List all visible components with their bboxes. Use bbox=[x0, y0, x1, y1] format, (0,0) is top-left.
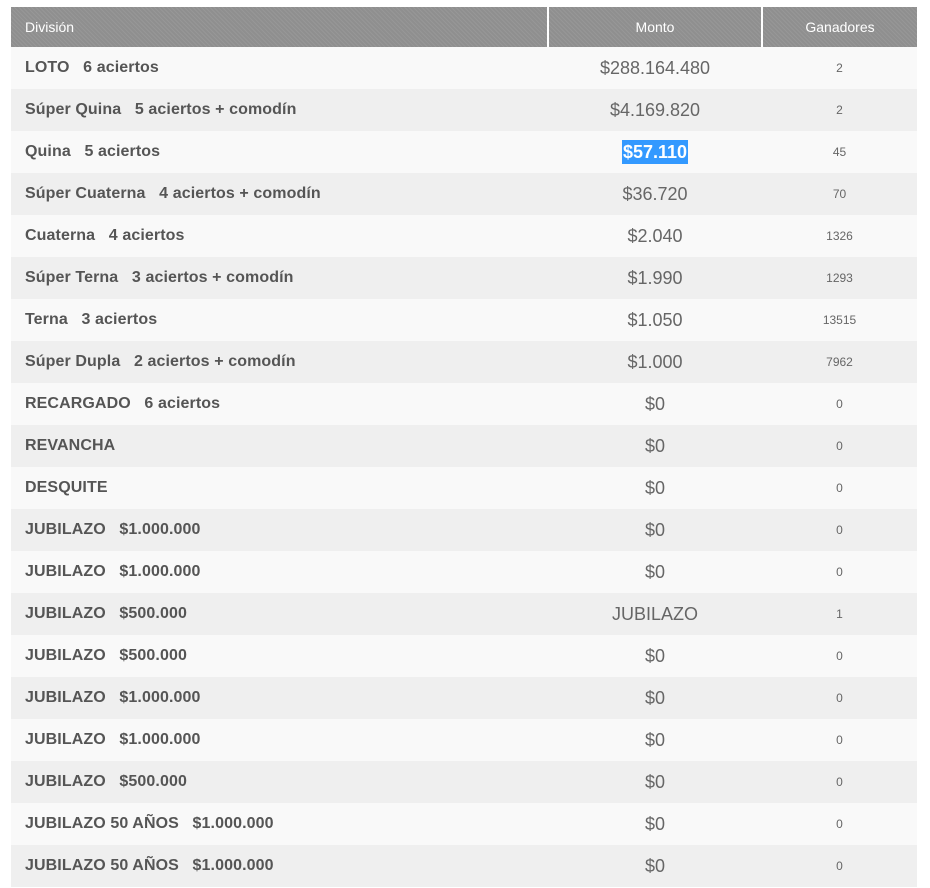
monto-cell: $0 bbox=[644, 855, 666, 876]
ganadores-cell: 0 bbox=[836, 817, 843, 831]
monto-cell: $0 bbox=[644, 771, 666, 792]
division-cell: JUBILAZO $1.000.000 bbox=[25, 731, 201, 748]
table-row: Súper Cuaterna 4 aciertos + comodín $36.7… bbox=[11, 173, 917, 215]
ganadores-cell: 1326 bbox=[826, 229, 853, 243]
monto-cell: $36.720 bbox=[622, 183, 688, 204]
division-cell: JUBILAZO $500.000 bbox=[25, 605, 187, 622]
monto-cell: $0 bbox=[644, 645, 666, 666]
monto-cell: JUBILAZO bbox=[611, 603, 699, 624]
table-row: Súper Quina 5 aciertos + comodín $4.169.8… bbox=[11, 89, 917, 131]
monto-cell: $0 bbox=[644, 687, 666, 708]
division-cell: JUBILAZO $1.000.000 bbox=[25, 563, 201, 580]
division-cell: JUBILAZO $1.000.000 bbox=[25, 521, 201, 538]
monto-cell: $0 bbox=[644, 435, 666, 456]
table-row: JUBILAZO $1.000.000 $0 0 bbox=[11, 719, 917, 761]
division-cell: JUBILAZO 50 AÑOS $1.000.000 bbox=[25, 857, 274, 874]
ganadores-cell: 0 bbox=[836, 523, 843, 537]
monto-cell: $0 bbox=[644, 393, 666, 414]
ganadores-cell: 0 bbox=[836, 859, 843, 873]
division-cell: Súper Terna 3 aciertos + comodín bbox=[25, 269, 294, 286]
division-cell: RECARGADO 6 aciertos bbox=[25, 395, 221, 412]
header-ganadores: Ganadores bbox=[762, 7, 917, 47]
monto-cell: $0 bbox=[644, 561, 666, 582]
header-row: División Monto Ganadores bbox=[11, 7, 917, 47]
division-cell: JUBILAZO $500.000 bbox=[25, 647, 187, 664]
division-cell: Súper Quina 5 aciertos + comodín bbox=[25, 101, 297, 118]
prize-results-table: División Monto Ganadores LOTO 6 aciertos… bbox=[11, 7, 917, 887]
table-row: JUBILAZO 50 AÑOS $1.000.000 $0 0 bbox=[11, 845, 917, 887]
monto-cell: $288.164.480 bbox=[599, 57, 711, 78]
monto-cell: $0 bbox=[644, 813, 666, 834]
table-row: JUBILAZO $1.000.000 $0 0 bbox=[11, 677, 917, 719]
monto-cell: $0 bbox=[644, 519, 666, 540]
table-row: DESQUITE $0 0 bbox=[11, 467, 917, 509]
ganadores-cell: 0 bbox=[836, 439, 843, 453]
ganadores-cell: 45 bbox=[832, 145, 847, 159]
division-cell: Cuaterna 4 aciertos bbox=[25, 227, 185, 244]
monto-cell: $57.110 bbox=[548, 131, 762, 173]
division-cell: Terna 3 aciertos bbox=[25, 311, 158, 328]
monto-cell: $0 bbox=[644, 477, 666, 498]
table-row: JUBILAZO $500.000 $0 0 bbox=[11, 761, 917, 803]
ganadores-cell: 7962 bbox=[826, 355, 853, 369]
table-row: Quina 5 aciertos $57.110 45 bbox=[11, 131, 917, 173]
division-cell: JUBILAZO $500.000 bbox=[25, 773, 187, 790]
division-cell: JUBILAZO 50 AÑOS $1.000.000 bbox=[25, 815, 274, 832]
monto-cell: $1.990 bbox=[627, 267, 683, 288]
table-row: JUBILAZO $500.000 $0 0 bbox=[11, 635, 917, 677]
ganadores-cell: 0 bbox=[836, 397, 843, 411]
table-row: Súper Terna 3 aciertos + comodín $1.990 12… bbox=[11, 257, 917, 299]
ganadores-cell: 1 bbox=[836, 607, 843, 621]
table-row: JUBILAZO $500.000 JUBILAZO 1 bbox=[11, 593, 917, 635]
division-cell: Súper Dupla 2 aciertos + comodín bbox=[25, 353, 296, 370]
table-row: LOTO 6 aciertos $288.164.480 2 bbox=[11, 47, 917, 89]
monto-cell: $2.040 bbox=[627, 225, 683, 246]
table-row: JUBILAZO $1.000.000 $0 0 bbox=[11, 509, 917, 551]
table-body: LOTO 6 aciertos $288.164.480 2 Súper Quina … bbox=[11, 47, 917, 887]
header-monto: Monto bbox=[548, 7, 763, 47]
ganadores-cell: 0 bbox=[836, 649, 843, 663]
ganadores-cell: 0 bbox=[836, 691, 843, 705]
header-division: División bbox=[11, 7, 549, 47]
selected-text[interactable]: $57.110 bbox=[621, 139, 689, 164]
division-cell: Quina 5 aciertos bbox=[25, 143, 161, 160]
table-header: División Monto Ganadores bbox=[11, 7, 917, 47]
ganadores-cell: 70 bbox=[832, 187, 847, 201]
table-row: REVANCHA $0 0 bbox=[11, 425, 917, 467]
table-row: JUBILAZO 50 AÑOS $1.000.000 $0 0 bbox=[11, 803, 917, 845]
ganadores-cell: 0 bbox=[836, 775, 843, 789]
ganadores-cell: 1293 bbox=[826, 271, 853, 285]
table-row: Terna 3 aciertos $1.050 13515 bbox=[11, 299, 917, 341]
division-cell: LOTO 6 aciertos bbox=[25, 59, 159, 76]
division-cell: REVANCHA bbox=[25, 437, 116, 454]
ganadores-cell: 0 bbox=[836, 565, 843, 579]
monto-cell: $1.000 bbox=[627, 351, 683, 372]
ganadores-cell: 2 bbox=[836, 103, 843, 117]
division-cell: Súper Cuaterna 4 aciertos + comodín bbox=[25, 185, 321, 202]
division-cell: JUBILAZO $1.000.000 bbox=[25, 689, 201, 706]
results-table-container: División Monto Ganadores LOTO 6 aciertos… bbox=[11, 7, 917, 887]
table-row: Cuaterna 4 aciertos $2.040 1326 bbox=[11, 215, 917, 257]
ganadores-cell: 0 bbox=[836, 733, 843, 747]
ganadores-cell: 13515 bbox=[822, 313, 857, 327]
monto-cell: $4.169.820 bbox=[609, 99, 701, 120]
ganadores-cell: 0 bbox=[836, 481, 843, 495]
table-row: Súper Dupla 2 aciertos + comodín $1.000 79… bbox=[11, 341, 917, 383]
monto-cell: $0 bbox=[644, 729, 666, 750]
table-row: RECARGADO 6 aciertos $0 0 bbox=[11, 383, 917, 425]
ganadores-cell: 2 bbox=[836, 61, 843, 75]
monto-cell: $1.050 bbox=[627, 309, 683, 330]
table-row: JUBILAZO $1.000.000 $0 0 bbox=[11, 551, 917, 593]
division-cell: DESQUITE bbox=[25, 479, 108, 496]
